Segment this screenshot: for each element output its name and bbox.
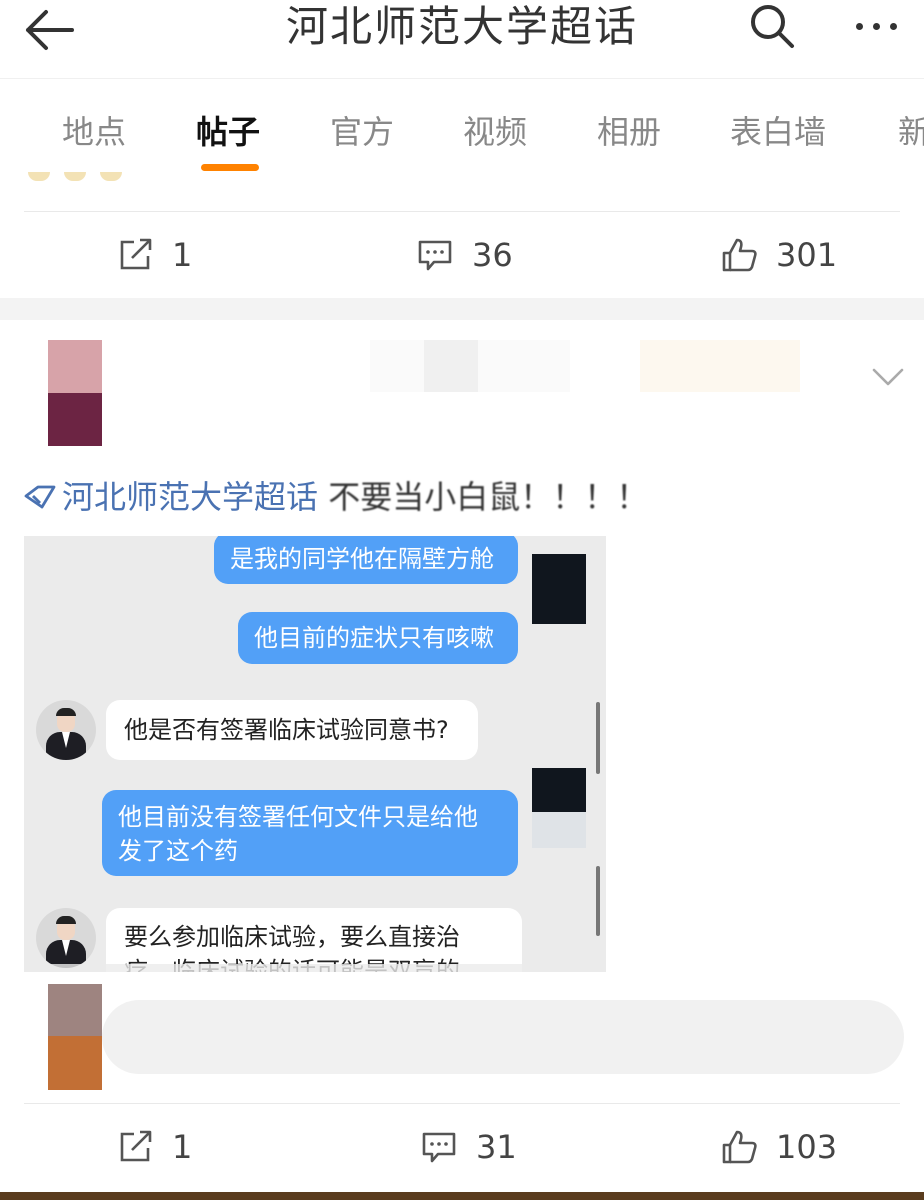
thumbs-up-icon xyxy=(722,1130,757,1164)
repost-count: 1 xyxy=(172,236,193,274)
thumbs-up-icon xyxy=(722,238,757,272)
author-avatar[interactable] xyxy=(48,340,102,446)
like-count: 301 xyxy=(776,236,838,274)
previous-post-image-edge xyxy=(28,172,128,182)
post-body: 不要当小白鼠！！！！ xyxy=(328,478,649,516)
chat-message-sent: 是我的同学他在隔壁方舱 xyxy=(214,536,518,584)
like-button[interactable]: 103 xyxy=(720,1104,837,1190)
tab-new[interactable]: 新 xyxy=(898,107,924,153)
comment-preview[interactable] xyxy=(102,1000,904,1074)
active-tab-indicator xyxy=(201,164,259,171)
doctor-avatar xyxy=(36,908,96,968)
commenter-avatar xyxy=(48,984,102,1090)
super-topic-icon xyxy=(24,485,56,509)
tab-posts[interactable]: 帖子 xyxy=(196,107,260,153)
comment-count: 36 xyxy=(472,236,513,274)
previous-post-action-bar: 1 36 301 xyxy=(0,212,924,298)
chat-message-sent: 他目前没有签署任何文件只是给他 发了这个药 xyxy=(102,790,518,876)
comment-icon xyxy=(418,240,452,271)
post-image-chat-screenshot[interactable]: 是我的同学他在隔壁方舱 他目前的症状只有咳嗽 他是否有签署临床试验同意书? 他目… xyxy=(24,536,606,972)
self-avatar xyxy=(532,554,586,624)
post-text: 河北师范大学超话 不要当小白鼠！！！！ xyxy=(24,472,648,518)
tab-bar: 地点 帖子 官方 视频 相册 表白墙 新 xyxy=(0,78,924,178)
like-button[interactable]: 301 xyxy=(720,212,837,298)
repost-count: 1 xyxy=(172,1128,193,1166)
comment-icon xyxy=(422,1132,456,1163)
search-icon xyxy=(751,5,794,48)
repost-icon xyxy=(120,238,152,270)
bottom-edge xyxy=(0,1192,924,1200)
repost-button[interactable]: 1 xyxy=(118,1104,192,1190)
chevron-down-icon xyxy=(872,368,904,386)
post-menu-button[interactable] xyxy=(868,362,908,392)
scroll-indicator xyxy=(596,866,600,936)
repost-icon xyxy=(120,1130,152,1162)
like-count: 103 xyxy=(776,1128,838,1166)
repost-button[interactable]: 1 xyxy=(118,212,192,298)
tab-videos[interactable]: 视频 xyxy=(463,107,527,153)
self-avatar xyxy=(532,768,586,812)
doctor-avatar xyxy=(36,700,96,760)
search-button[interactable] xyxy=(746,2,800,52)
tab-albums[interactable]: 相册 xyxy=(597,107,661,153)
comment-count: 31 xyxy=(476,1128,517,1166)
post-separator xyxy=(0,298,924,320)
top-bar: 河北师范大学超话 xyxy=(0,0,924,78)
tab-location[interactable]: 地点 xyxy=(62,107,126,153)
chat-message-sent: 他目前的症状只有咳嗽 xyxy=(238,612,518,664)
author-name-blur xyxy=(370,340,570,392)
more-button[interactable] xyxy=(848,14,904,38)
comment-button[interactable]: 31 xyxy=(420,1104,517,1190)
comment-button[interactable]: 36 xyxy=(416,212,513,298)
chat-message-received: 他是否有签署临床试验同意书? xyxy=(106,700,478,760)
author-badge-redacted xyxy=(640,340,800,392)
tab-confession-wall[interactable]: 表白墙 xyxy=(730,107,826,153)
scroll-indicator xyxy=(596,702,600,774)
chat-message-received: 要么参加临床试验，要么直接治 疗，临床试验的话可能是双盲的， xyxy=(106,908,522,972)
tab-official[interactable]: 官方 xyxy=(330,107,394,153)
more-dots-icon xyxy=(855,22,863,30)
topic-name: 河北师范大学超话 xyxy=(62,478,319,516)
topic-link[interactable]: 河北师范大学超话 xyxy=(24,478,318,516)
post-action-bar: 1 31 103 xyxy=(0,1104,924,1190)
